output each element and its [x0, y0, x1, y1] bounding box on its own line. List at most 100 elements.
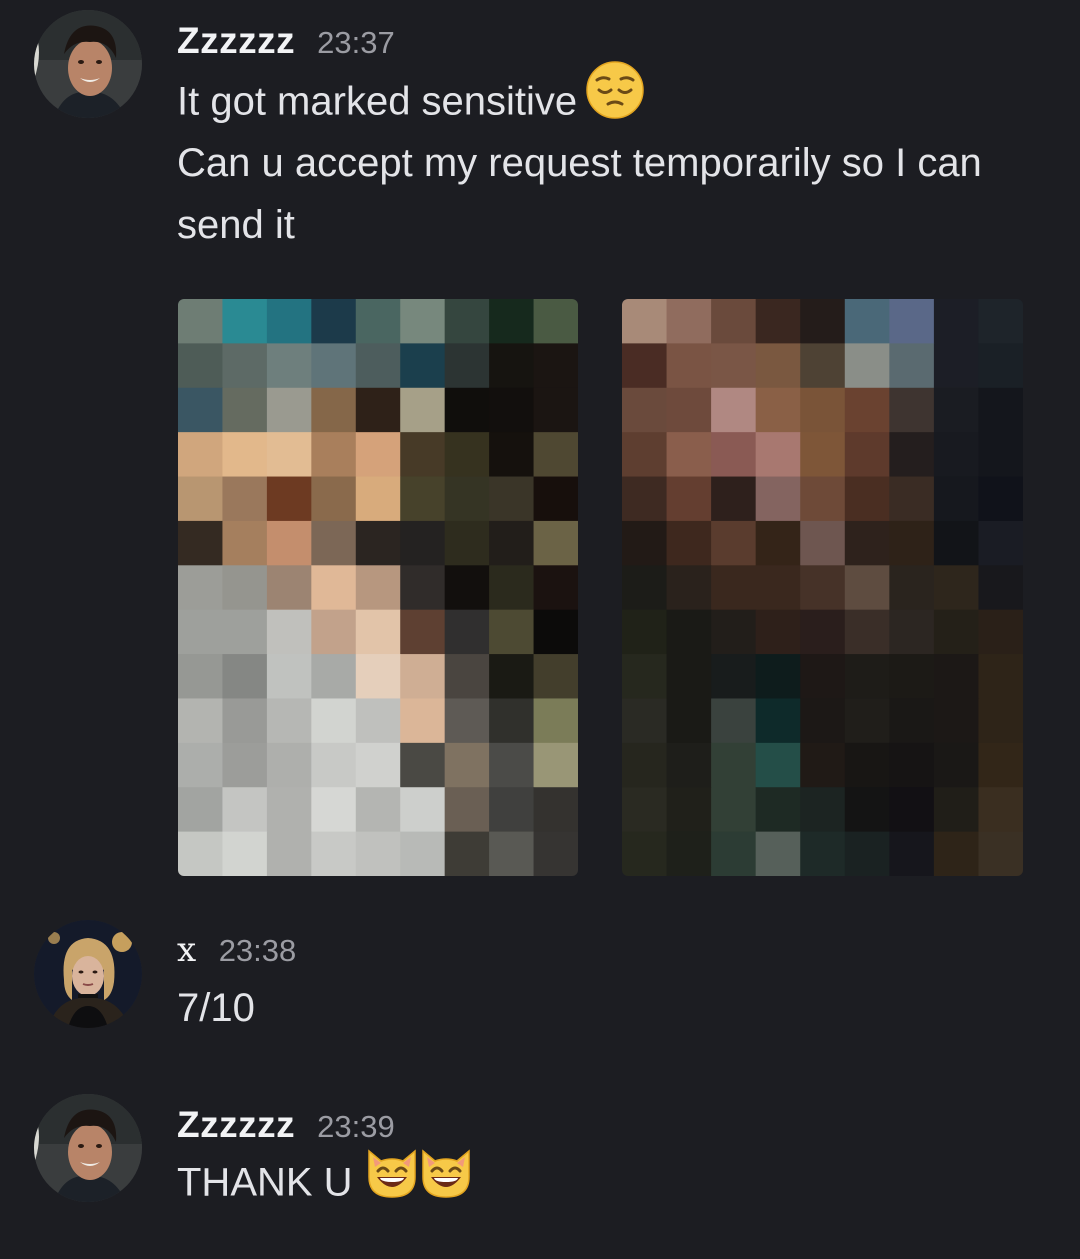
avatar[interactable] — [34, 920, 142, 1028]
pixel-block — [178, 787, 224, 833]
pixel-block — [266, 565, 312, 611]
username[interactable]: Zzzzzz — [177, 20, 295, 62]
pixel-block — [311, 387, 357, 433]
pixel-block — [489, 520, 535, 566]
image-attachment-1[interactable] — [178, 299, 578, 876]
pixel-block — [400, 742, 446, 788]
pixel-block — [355, 343, 401, 389]
pixel-block — [889, 609, 935, 655]
pixel-block — [178, 476, 224, 522]
pixel-block — [533, 565, 578, 611]
pixel-block — [266, 432, 312, 478]
pixel-block — [711, 387, 757, 433]
pixel-block — [666, 609, 712, 655]
message-header: Zzzzzz 23:39 — [177, 1104, 395, 1148]
pixel-block — [489, 432, 535, 478]
pixel-block — [400, 476, 446, 522]
pixel-block — [622, 565, 668, 611]
pixel-block — [666, 299, 712, 344]
pixel-block — [311, 831, 357, 876]
pixel-block — [889, 299, 935, 344]
pixel-block — [400, 520, 446, 566]
pixel-block — [533, 787, 578, 833]
message-header: Zzzzzz 23:37 — [177, 20, 395, 64]
pixel-block — [533, 476, 578, 522]
pixel-block — [222, 432, 268, 478]
pixel-block — [355, 432, 401, 478]
pixel-block — [844, 742, 890, 788]
pixel-block — [355, 831, 401, 876]
pixel-block — [933, 299, 980, 344]
pixel-block — [222, 299, 268, 344]
pixel-block — [666, 476, 712, 522]
pixel-block — [222, 565, 268, 611]
username[interactable]: Zzzzzz — [177, 1104, 295, 1146]
pixel-block — [489, 476, 535, 522]
pixel-block — [978, 787, 1023, 833]
pixel-block — [755, 387, 801, 433]
pixel-block — [889, 432, 935, 478]
pixel-block — [666, 654, 712, 700]
pixel-block — [444, 432, 490, 478]
pixel-block — [666, 432, 712, 478]
pixel-block — [222, 520, 268, 566]
message-line: THANK U — [177, 1149, 1057, 1219]
pixel-block — [178, 831, 224, 876]
message-text: Can u accept my request temporarily so I… — [177, 141, 982, 185]
pixel-block — [978, 387, 1023, 433]
pixel-block — [844, 565, 890, 611]
pixel-block — [844, 387, 890, 433]
pixel-block — [800, 299, 846, 344]
pixel-block — [755, 299, 801, 344]
pixel-block — [622, 387, 668, 433]
pixel-block — [933, 787, 980, 833]
pixel-block — [933, 565, 980, 611]
pixel-block — [266, 787, 312, 833]
pensive-face-icon — [585, 60, 645, 138]
pixel-block — [355, 387, 401, 433]
pixel-block — [222, 654, 268, 700]
pixel-block — [889, 520, 935, 566]
pixel-block — [844, 432, 890, 478]
pixel-block — [444, 299, 490, 344]
pixel-block — [266, 742, 312, 788]
pixel-block — [400, 299, 446, 344]
pixel-block — [311, 787, 357, 833]
image-attachment-2[interactable] — [622, 299, 1023, 876]
message-text: 7/10 — [177, 986, 255, 1030]
pixel-block — [444, 520, 490, 566]
message-text: THANK U — [177, 1160, 353, 1205]
pixel-block — [711, 654, 757, 700]
pixel-block — [622, 698, 668, 744]
pixel-block — [178, 565, 224, 611]
pixel-block — [533, 654, 578, 700]
username[interactable]: x — [177, 930, 197, 970]
pixel-block — [800, 787, 846, 833]
avatar[interactable] — [34, 10, 142, 118]
pixel-block — [400, 432, 446, 478]
pixel-block — [800, 565, 846, 611]
pixel-block — [978, 520, 1023, 566]
pixel-block — [755, 698, 801, 744]
avatar[interactable] — [34, 1094, 142, 1202]
pixel-block — [978, 299, 1023, 344]
pixel-block — [844, 299, 890, 344]
user-avatar-image — [34, 1094, 142, 1202]
pixel-block — [755, 609, 801, 655]
pixel-block — [222, 742, 268, 788]
pixel-block — [489, 742, 535, 788]
pixel-block — [178, 609, 224, 655]
pixel-block — [444, 609, 490, 655]
pixel-block — [400, 787, 446, 833]
user-avatar-image — [34, 920, 142, 1028]
pixel-block — [622, 654, 668, 700]
pixel-block — [622, 432, 668, 478]
pixel-block — [311, 299, 357, 344]
pixel-block — [978, 432, 1023, 478]
pixel-block — [311, 432, 357, 478]
pixel-block — [889, 387, 935, 433]
pixel-block — [933, 831, 980, 876]
pixel-block — [755, 476, 801, 522]
pixel-block — [622, 299, 668, 344]
timestamp: 23:39 — [317, 1109, 395, 1144]
